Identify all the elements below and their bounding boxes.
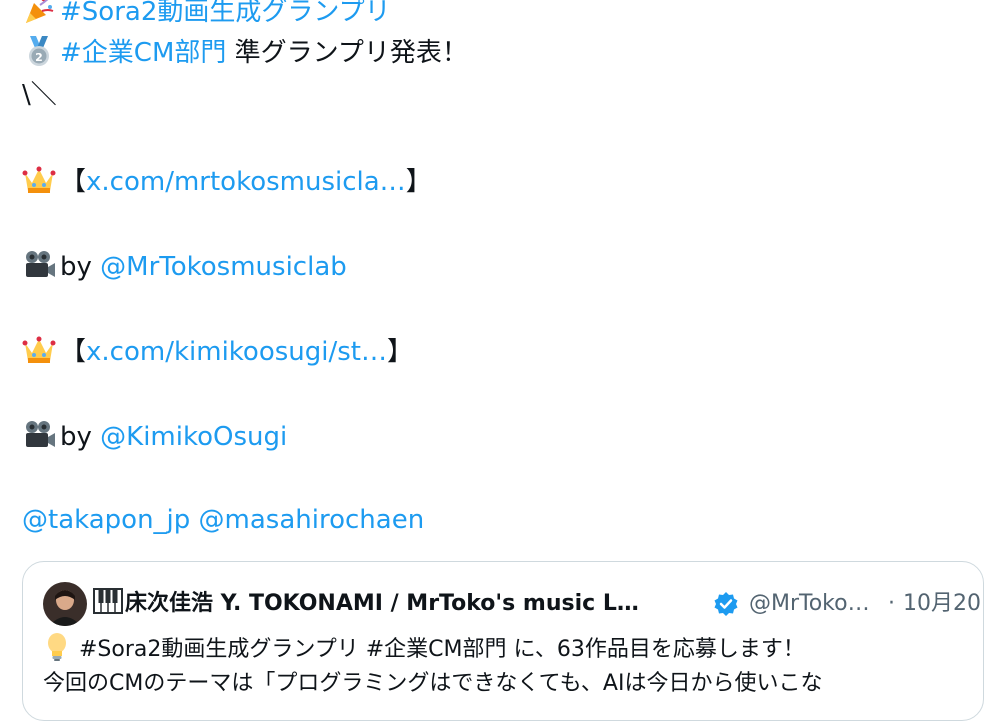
entry-2-author-line: by @KimikoOsugi xyxy=(22,418,287,454)
light-bulb-icon xyxy=(43,632,71,662)
tweet-line-2: 2 #企業CM部門 準グランプリ発表！ xyxy=(22,34,468,70)
quoted-text-line-2: 今回のCMのテーマは「プログラミングはできなくても、AIは今日から使いこな xyxy=(43,668,822,700)
verified-badge-icon xyxy=(713,591,739,617)
entry-2-link-line: 【x.com/kimikoosugi/st…】 xyxy=(22,333,413,369)
tweet-line-1: #Sora2動画生成グランプリ xyxy=(22,0,391,29)
hashtag-corporate-cm-link[interactable]: #企業CM部門 xyxy=(60,38,226,68)
avatar[interactable] xyxy=(43,582,87,626)
entry-2-url-link[interactable]: x.com/kimikoosugi/st… xyxy=(86,337,387,367)
separator-dot: · xyxy=(888,591,895,616)
second-place-medal-icon: 2 xyxy=(22,34,56,68)
quoted-text-1: #Sora2動画生成グランプリ #企業CM部門 に、63作品目を応募します！ xyxy=(79,637,805,662)
by-label: by xyxy=(60,252,101,282)
quoted-author-handle[interactable]: @MrToko… xyxy=(749,582,870,626)
bracket-close: 】 xyxy=(386,337,413,367)
quoted-text-2: 今回のCMのテーマは「プログラミングはできなくても、AIは今日から使いこな xyxy=(43,671,823,696)
quoted-tweet-card[interactable]: 床次佳浩 Y. TOKONAMI / MrToko's music L… @Mr… xyxy=(22,561,984,721)
svg-text:2: 2 xyxy=(35,51,43,64)
crown-icon xyxy=(22,163,56,197)
author-mrtokosmusiclab-link[interactable]: @MrTokosmusiclab xyxy=(100,252,347,282)
hashtag-sora2-link[interactable]: #Sora2動画生成グランプリ xyxy=(60,0,391,27)
bracket-close: 】 xyxy=(405,167,432,197)
crown-icon xyxy=(22,333,56,367)
entry-1-author-line: by @MrTokosmusiclab xyxy=(22,248,347,284)
by-label: by xyxy=(60,422,101,452)
quoted-author-name-text: 床次佳浩 Y. TOKONAMI / MrToko's music L… xyxy=(125,591,639,616)
mention-masahirochaen-link[interactable]: @masahirochaen xyxy=(199,505,425,535)
entry-1-url-link[interactable]: x.com/mrtokosmusicla… xyxy=(86,167,406,197)
mentions-line: @takapon_jp @masahirochaen xyxy=(22,503,424,537)
author-kimikoosugi-link[interactable]: @KimikoOsugi xyxy=(100,422,287,452)
announcement-text: 準グランプリ発表！ xyxy=(226,38,468,68)
mention-takapon-link[interactable]: @takapon_jp xyxy=(22,505,190,535)
tweet-line-3: \＼ xyxy=(22,78,57,112)
quoted-author-name[interactable]: 床次佳浩 Y. TOKONAMI / MrToko's music L… xyxy=(93,582,705,626)
bracket-open: 【 xyxy=(60,337,87,367)
party-popper-icon xyxy=(22,0,56,27)
quoted-text-line-1: #Sora2動画生成グランプリ #企業CM部門 に、63作品目を応募します！ xyxy=(43,632,805,666)
movie-camera-icon xyxy=(22,248,56,282)
movie-camera-icon xyxy=(22,418,56,452)
quoted-tweet-header: 床次佳浩 Y. TOKONAMI / MrToko's music L… @Mr… xyxy=(43,582,983,626)
quoted-tweet-date[interactable]: 10月20日 xyxy=(903,582,983,626)
entry-1-link-line: 【x.com/mrtokosmusicla…】 xyxy=(22,163,432,199)
piano-icon xyxy=(93,588,123,614)
decorative-text: \＼ xyxy=(22,80,57,110)
bracket-open: 【 xyxy=(60,167,87,197)
